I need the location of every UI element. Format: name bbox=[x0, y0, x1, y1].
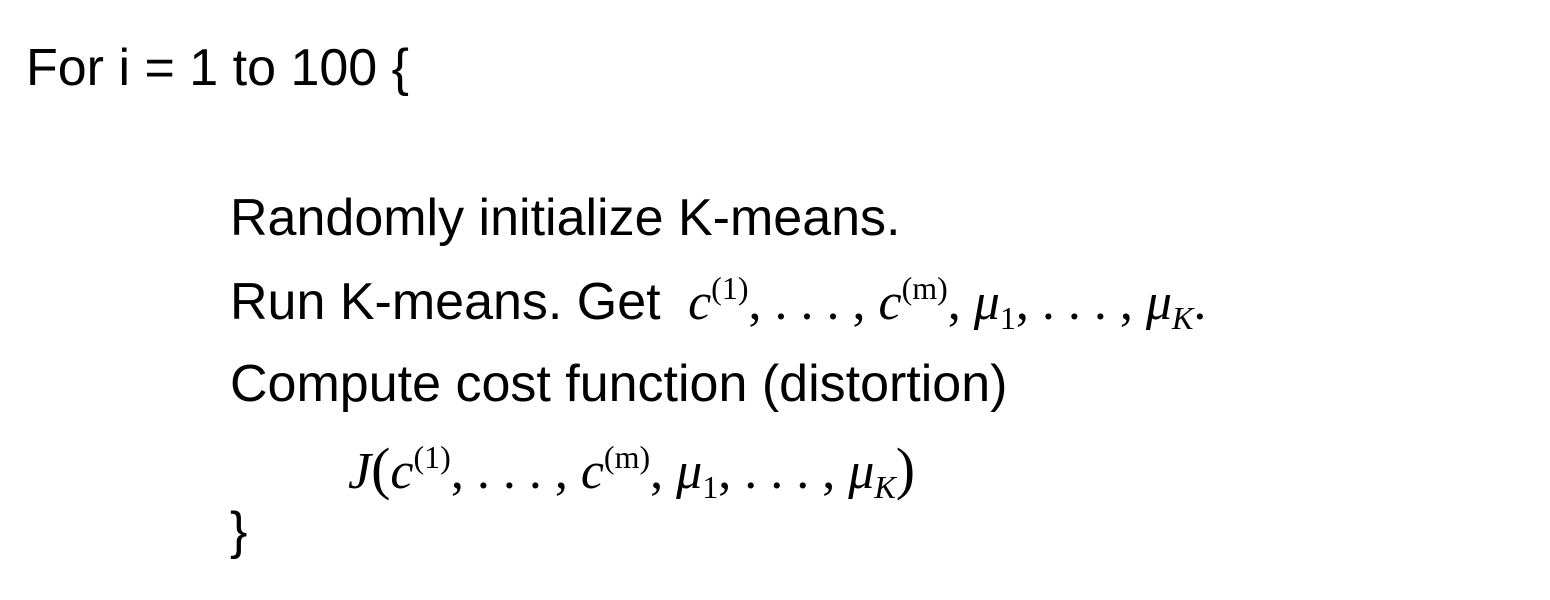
math-sub-1: 1 bbox=[999, 300, 1016, 336]
math-sup-m: (m) bbox=[901, 270, 948, 306]
math-sub-k: K bbox=[874, 469, 896, 505]
slide: For i = 1 to 100 { Randomly initialize K… bbox=[0, 0, 1550, 600]
close-brace: } bbox=[230, 502, 248, 560]
math-close-paren: ) bbox=[895, 436, 916, 501]
math-sep: , . . . , bbox=[748, 274, 879, 331]
run-step: Run K-means. Get c(1), . . . , c(m), μ1,… bbox=[230, 270, 1207, 336]
math-mu: μ bbox=[676, 443, 703, 500]
math-c: c bbox=[390, 443, 414, 500]
math-sep: , . . . , bbox=[718, 443, 849, 500]
for-loop-header: For i = 1 to 100 { bbox=[26, 39, 410, 97]
math-period: . bbox=[1193, 274, 1207, 331]
init-step: Randomly initialize K-means. bbox=[230, 189, 901, 247]
run-step-math: c(1), . . . , c(m), μ1, . . . , μK. bbox=[688, 270, 1207, 336]
math-sup-1: (1) bbox=[413, 439, 451, 475]
math-sub-1: 1 bbox=[702, 469, 719, 505]
math-sep: , . . . , bbox=[450, 443, 581, 500]
math-sub-k: K bbox=[1172, 300, 1194, 336]
math-sup-1: (1) bbox=[711, 270, 749, 306]
cost-function-formula: J(c(1), . . . , c(m), μ1, . . . , μK) bbox=[348, 436, 916, 505]
math-j: J bbox=[348, 443, 372, 500]
math-c: c bbox=[688, 274, 712, 331]
math-sup-m: (m) bbox=[603, 439, 651, 475]
math-c: c bbox=[580, 443, 604, 500]
math-sep: , . . . , bbox=[1015, 274, 1146, 331]
cost-step: Compute cost function (distortion) bbox=[230, 355, 1008, 413]
math-mu: μ bbox=[1145, 274, 1172, 331]
math-mu: μ bbox=[973, 274, 1000, 331]
math-c: c bbox=[878, 274, 902, 331]
math-open-paren: ( bbox=[371, 436, 391, 501]
math-mu: μ bbox=[848, 443, 875, 500]
run-step-text: Run K-means. Get bbox=[230, 273, 661, 331]
